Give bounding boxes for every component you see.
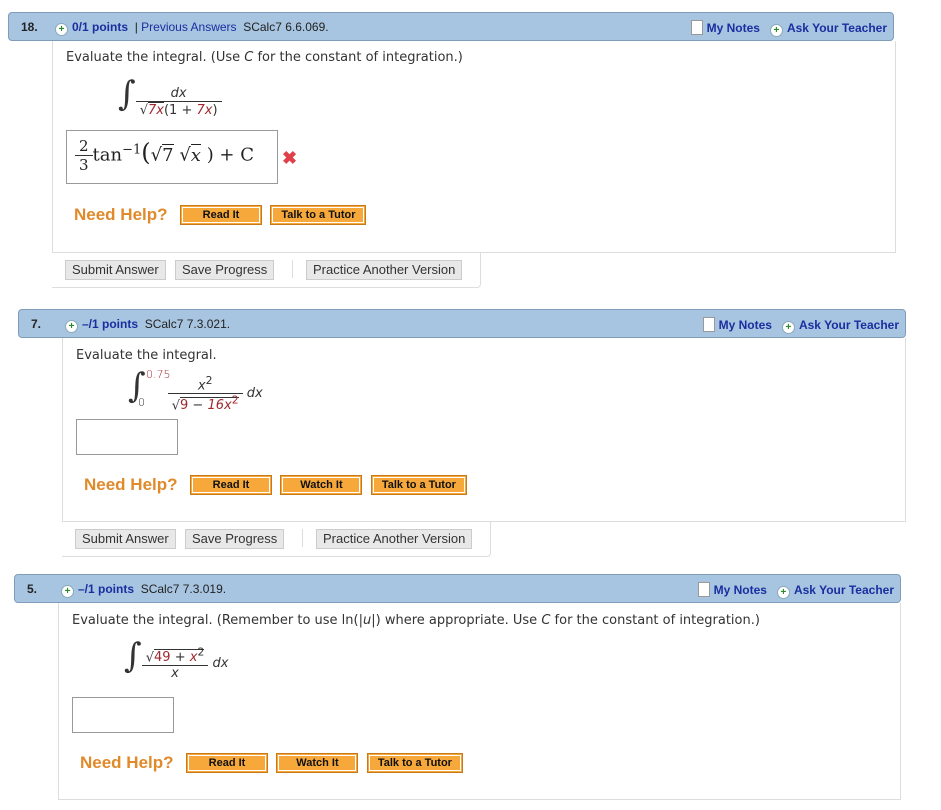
divider [292, 260, 293, 278]
points[interactable]: –/1 points [82, 317, 138, 331]
talk-to-tutor-button[interactable]: Talk to a Tutor [270, 205, 367, 225]
talk-to-tutor-button[interactable]: Talk to a Tutor [366, 753, 463, 773]
question-code: SCalc7 6.6.069. [243, 20, 329, 34]
save-progress-button[interactable]: Save Progress [185, 529, 285, 549]
question-code: SCalc7 7.3.019. [140, 582, 227, 596]
question-header: 5. + –/1 points SCalc7 7.3.019. My Notes … [14, 574, 901, 603]
prompt: Evaluate the integral. (Remember to use … [72, 613, 760, 628]
submit-answer-button[interactable]: Submit Answer [65, 260, 166, 280]
submit-answer-button[interactable]: Submit Answer [75, 529, 176, 549]
plus-icon[interactable]: + [776, 586, 790, 599]
plus-icon[interactable]: + [55, 23, 68, 36]
separator: | [134, 20, 138, 34]
watch-it-button[interactable]: Watch It [276, 753, 359, 773]
my-notes-link[interactable]: My Notes [707, 21, 760, 35]
prompt: Evaluate the integral. [76, 348, 217, 363]
integrand-numerator: dx [170, 85, 187, 101]
answer-field[interactable] [72, 697, 174, 733]
denominator-factor-open: (1 + [163, 102, 197, 118]
integrand-denominator: √7x(1 + 7x) [135, 101, 222, 118]
ask-teacher-link[interactable]: Ask Your Teacher [787, 21, 887, 35]
previous-answers-link[interactable]: Previous Answers [141, 20, 236, 34]
points[interactable]: 0/1 points [72, 20, 128, 34]
prompt: Evaluate the integral. (Use C for the co… [66, 50, 463, 65]
read-it-button[interactable]: Read It [179, 205, 262, 225]
integral-expression: ∫ √49 + x2 x dx [124, 636, 229, 682]
plus-icon[interactable]: + [781, 321, 795, 334]
note-icon[interactable] [702, 317, 715, 332]
plus-icon[interactable]: + [769, 24, 783, 37]
note-icon[interactable] [690, 20, 703, 35]
read-it-button[interactable]: Read It [185, 753, 268, 773]
question-number: 7. [31, 317, 42, 331]
question-header: 18. +0/1 points | Previous Answers SCalc… [8, 12, 894, 41]
divider [302, 529, 303, 547]
need-help: Need Help? Read It Watch It Talk to a Tu… [84, 475, 471, 495]
question-code: SCalc7 7.3.021. [144, 317, 231, 331]
plus-icon[interactable]: + [61, 585, 74, 598]
talk-to-tutor-button[interactable]: Talk to a Tutor [370, 475, 467, 495]
question-number: 5. [27, 582, 38, 596]
need-help: Need Help? Read It Talk to a Tutor [74, 205, 370, 225]
ask-teacher-link[interactable]: Ask Your Teacher [794, 583, 894, 597]
need-help: Need Help? Read It Watch It Talk to a Tu… [80, 753, 467, 773]
watch-it-button[interactable]: Watch It [280, 475, 363, 495]
answer-field[interactable] [76, 419, 178, 455]
my-notes-link[interactable]: My Notes [714, 583, 767, 597]
answer-field[interactable]: 2 3 tan−1(√7 √x ) + C [66, 130, 278, 184]
ask-teacher-link[interactable]: Ask Your Teacher [799, 318, 899, 332]
incorrect-x-icon: ✖ [282, 148, 298, 168]
read-it-button[interactable]: Read It [189, 475, 272, 495]
save-progress-button[interactable]: Save Progress [175, 260, 275, 280]
question-number: 18. [21, 20, 38, 34]
integral-expression: ∫ dx √7x(1 + 7x) [118, 74, 222, 118]
practice-another-version-button[interactable]: Practice Another Version [306, 260, 463, 280]
note-icon[interactable] [697, 582, 710, 597]
integral-expression: ∫ 0.75 0 x2 √9 − 16x2 dx [128, 366, 263, 414]
practice-another-version-button[interactable]: Practice Another Version [316, 529, 473, 549]
my-notes-link[interactable]: My Notes [719, 318, 772, 332]
plus-icon[interactable]: + [65, 320, 78, 333]
question-header: 7. + –/1 points SCalc7 7.3.021. My Notes … [18, 309, 906, 338]
points[interactable]: –/1 points [78, 582, 134, 596]
